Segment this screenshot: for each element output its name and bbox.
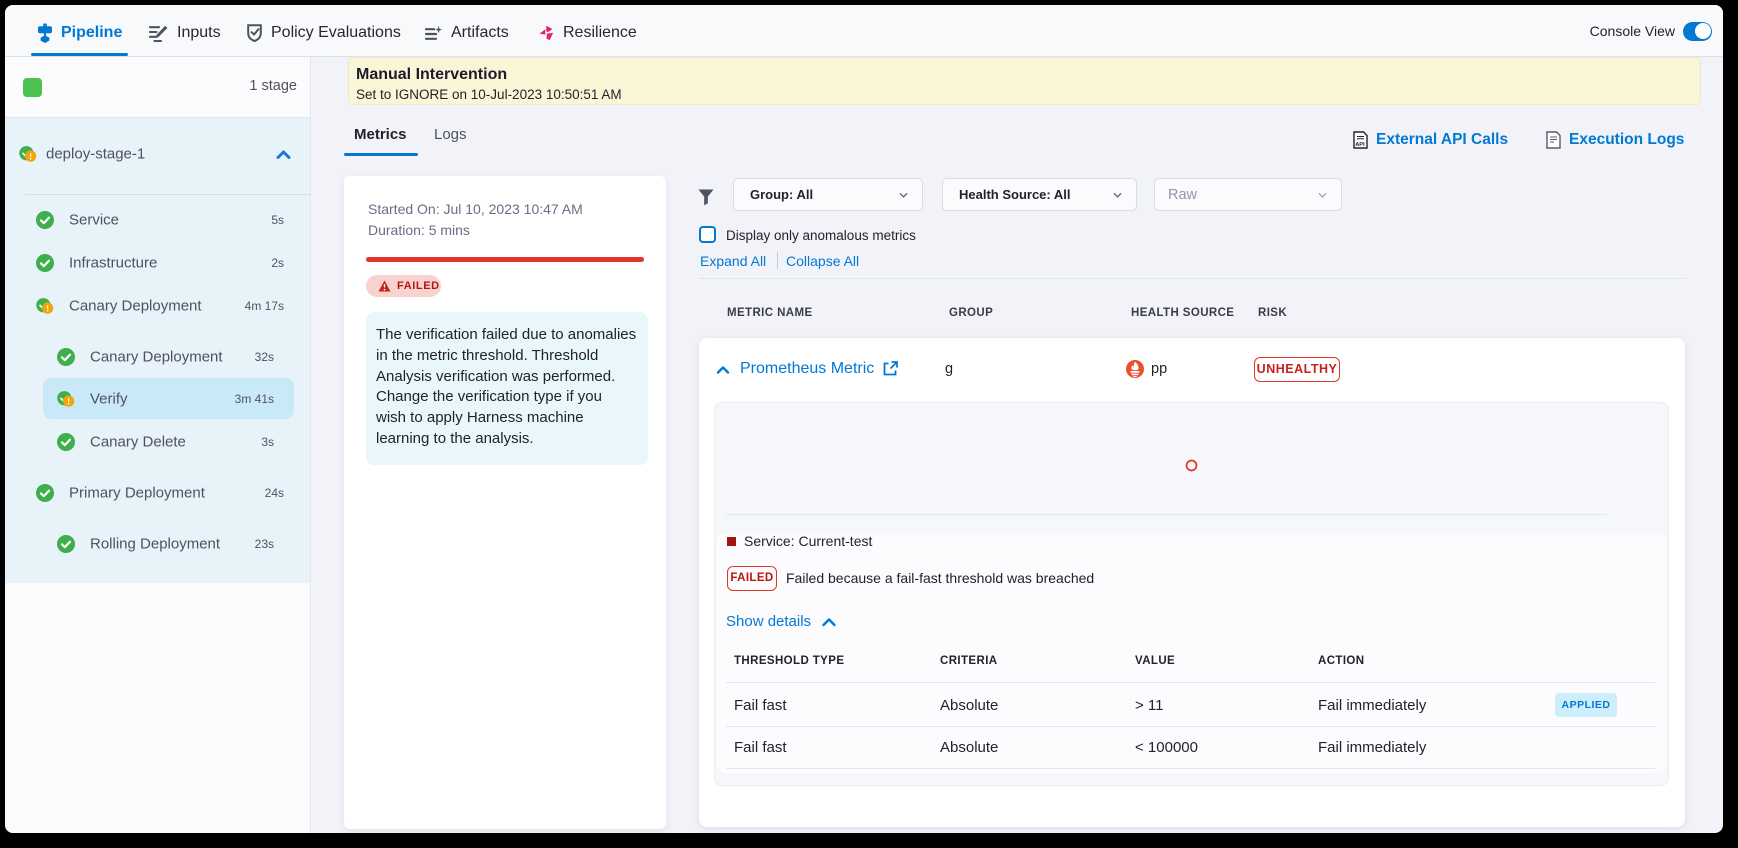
svg-text:API: API — [1355, 142, 1365, 148]
